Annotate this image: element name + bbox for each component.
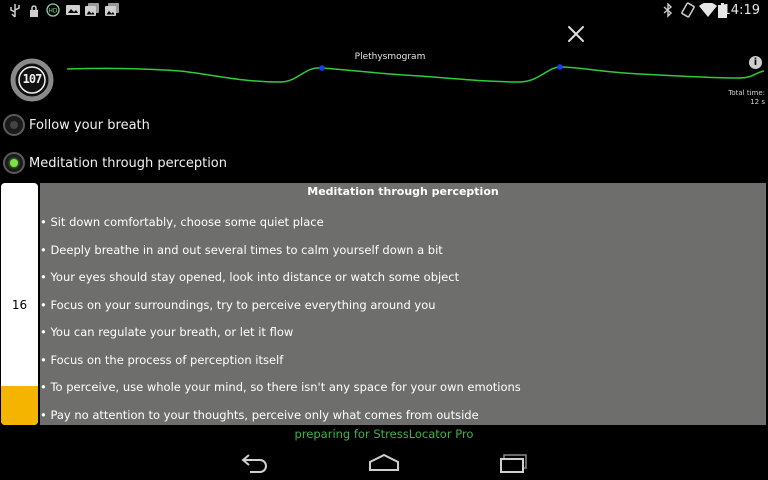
radio-button[interactable] [3,152,25,174]
radio-dot [10,121,18,129]
pleth-waveform [66,66,764,83]
close-icon[interactable] [562,20,590,48]
mode-label: Meditation through perception [29,155,227,171]
instruction-step: • Your eyes should stay opened, look int… [40,270,460,284]
instruction-step: • To perceive, use whole your mind, so t… [40,380,521,394]
heart-rate-gauge: 107 [10,58,54,102]
instructions-panel: Meditation through perception • Sit down… [40,183,766,425]
radio-button[interactable] [3,114,25,136]
total-time-label: Total time: [728,89,765,97]
bluetooth-icon [663,3,673,18]
mode-label: Follow your breath [29,117,150,133]
stress-level-fill [1,386,38,425]
back-icon[interactable] [240,453,270,473]
home-icon[interactable] [368,454,400,472]
status-bar: HD 14:19 [0,0,768,22]
heart-rate-value: 107 [22,72,43,86]
total-time-value: 12 s [750,98,765,106]
instructions-title: Meditation through perception [307,185,499,198]
stress-level-bar: 16 [1,183,38,425]
instruction-step: • Deeply breathe in and out several time… [40,243,443,257]
navigation-bar [0,446,768,480]
recent-apps-icon[interactable] [499,453,529,473]
usb-icon [10,4,20,18]
instruction-step: • Pay no attention to your thoughts, per… [40,408,479,422]
hd-icon: HD [46,3,60,17]
instruction-step: • Focus on the process of perception its… [40,353,284,367]
mode-option-meditation-perception[interactable]: Meditation through perception [3,150,227,176]
instruction-step: • Sit down comfortably, choose some quie… [40,215,324,229]
clock: 14:19 [722,3,760,18]
photo-icon [66,5,80,15]
radio-dot [10,159,18,167]
gallery-icon [85,3,99,16]
rotate-icon [681,2,695,18]
mode-option-follow-breath[interactable]: Follow your breath [3,112,150,138]
plethysmogram-chart [66,64,764,83]
wifi-icon [699,3,717,17]
pleth-peak-marker [319,65,325,71]
instruction-step: • Focus on your surroundings, try to per… [40,298,436,312]
info-icon[interactable]: i [749,56,762,69]
gallery-icon [105,3,119,16]
svg-text:HD: HD [48,8,58,15]
stress-level-value: 16 [11,298,28,312]
footer-text: preparing for StressLocator Pro [294,427,474,441]
lock-icon [30,5,38,17]
instruction-step: • You can regulate your breath, or let i… [40,325,294,339]
pleth-peak-marker [557,64,563,70]
